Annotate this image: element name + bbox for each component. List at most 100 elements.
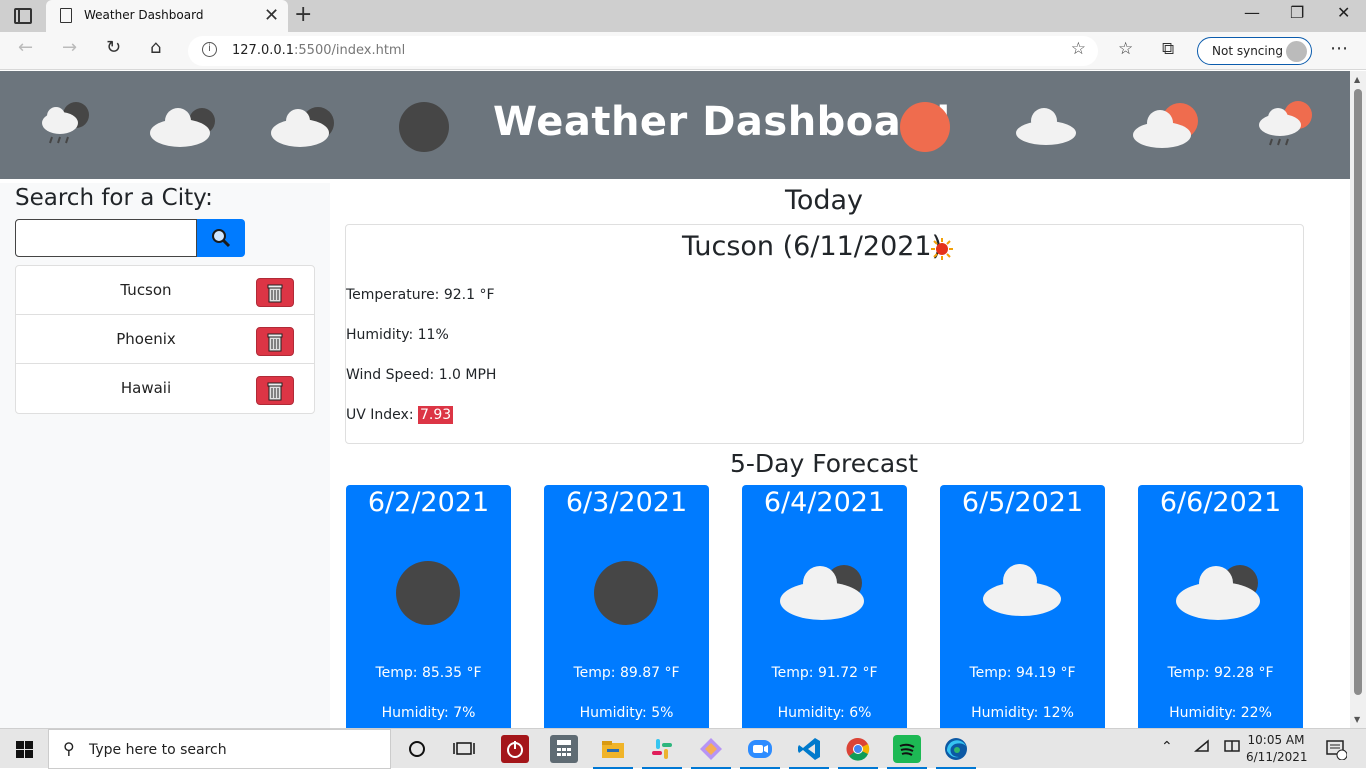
site-info-icon[interactable]: i xyxy=(202,42,217,57)
address-bar[interactable]: i 127.0.0.1:5500/index.html ☆ xyxy=(188,36,1098,66)
forward-icon[interactable]: → xyxy=(62,37,77,58)
forecast-date: 6/4/2021 xyxy=(763,487,886,518)
forecast-humidity: Humidity: 22% xyxy=(1169,705,1272,721)
current-temperature: Temperature: 92.1 °F xyxy=(346,287,495,303)
search-icon: ⚲ xyxy=(63,739,75,758)
moon-icon xyxy=(594,561,658,625)
current-city-title: Tucson (6/11/2021) xyxy=(682,231,943,262)
forecast-date: 6/3/2021 xyxy=(565,487,688,518)
url-text[interactable]: 127.0.0.1:5500/index.html xyxy=(232,43,405,58)
scroll-down-icon[interactable]: ▼ xyxy=(1354,715,1360,724)
list-item[interactable]: Tucson xyxy=(16,266,314,315)
show-hidden-icons-icon[interactable]: ⌃ xyxy=(1161,739,1173,755)
collections-icon[interactable]: ⧉ xyxy=(1162,39,1174,59)
slack-icon[interactable] xyxy=(642,735,682,769)
favorites-icon[interactable]: ☆ xyxy=(1118,39,1133,59)
forecast-card: 6/6/2021 Temp: 92.28 °F Humidity: 22% xyxy=(1138,485,1303,728)
current-uv-index: UV Index: 7.93 xyxy=(346,406,454,424)
chrome-icon[interactable] xyxy=(838,735,878,769)
forecast-card: 6/3/2021 Temp: 89.87 °F Humidity: 5% xyxy=(544,485,709,728)
cloud-moon-icon xyxy=(271,107,334,147)
system-clock[interactable]: 10:05 AM 6/11/2021 xyxy=(1246,732,1308,766)
forecast-temp: Temp: 92.28 °F xyxy=(1167,665,1274,681)
browser-tab[interactable]: Weather Dashboard ✕ xyxy=(46,0,288,32)
notification-count-icon[interactable] xyxy=(1224,739,1240,757)
url-host: 127.0.0.1 xyxy=(232,43,295,58)
city-name[interactable]: Tucson xyxy=(16,281,276,299)
back-icon[interactable]: ← xyxy=(18,37,33,58)
power-app-icon[interactable] xyxy=(501,735,529,763)
zoom-icon[interactable] xyxy=(740,735,780,769)
moon-icon xyxy=(399,102,449,152)
refresh-icon[interactable]: ↻ xyxy=(106,37,121,58)
search-button[interactable] xyxy=(197,219,245,257)
forecast-temp: Temp: 94.19 °F xyxy=(969,665,1076,681)
forecast-humidity: Humidity: 7% xyxy=(381,705,476,721)
delete-city-button[interactable] xyxy=(256,327,294,356)
insomnia-app-icon[interactable] xyxy=(691,735,731,769)
clock-date: 6/11/2021 xyxy=(1246,750,1308,764)
cortana-icon[interactable] xyxy=(403,735,431,763)
saved-city-list: Tucson Phoenix Hawaii xyxy=(15,265,315,414)
clock-time: 10:05 AM xyxy=(1247,733,1305,747)
city-name[interactable]: Phoenix xyxy=(16,330,276,348)
forecast-humidity: Humidity: 5% xyxy=(579,705,674,721)
scroll-thumb[interactable] xyxy=(1354,89,1362,695)
delete-city-button[interactable] xyxy=(256,376,294,405)
sidebar: Search for a City: Tucson Phoenix Hawaii xyxy=(0,183,330,728)
new-tab-icon[interactable]: + xyxy=(294,2,312,27)
close-tab-icon[interactable]: ✕ xyxy=(264,5,279,26)
add-favorite-icon[interactable]: ☆ xyxy=(1071,39,1086,59)
home-icon[interactable]: ⌂ xyxy=(150,37,161,58)
browser-toolbar: ← → ↻ ⌂ i 127.0.0.1:5500/index.html ☆ ☆ … xyxy=(0,32,1366,70)
action-center-icon[interactable] xyxy=(1325,738,1348,764)
task-view-icon[interactable] xyxy=(450,735,478,763)
forecast-temp: Temp: 85.35 °F xyxy=(375,665,482,681)
list-item[interactable]: Phoenix xyxy=(16,315,314,364)
list-item[interactable]: Hawaii xyxy=(16,364,314,413)
avatar xyxy=(1286,41,1307,62)
rain-cloud-sun-icon xyxy=(1259,101,1312,146)
page-scrollbar[interactable]: ▲ ▼ xyxy=(1350,71,1366,728)
profile-sync-button[interactable]: Not syncing xyxy=(1197,37,1312,65)
delete-city-button[interactable] xyxy=(256,278,294,307)
forecast-card: 6/5/2021 Temp: 94.19 °F Humidity: 12% xyxy=(940,485,1105,728)
city-search-input[interactable] xyxy=(15,219,197,257)
restore-icon[interactable]: ❐ xyxy=(1290,3,1304,22)
network-icon[interactable] xyxy=(1193,739,1210,757)
windows-taskbar: ⚲ Type here to search ⌃ 10:05 AM 6/11/20… xyxy=(0,728,1366,769)
rain-cloud-night-icon xyxy=(42,102,89,144)
sun-icon xyxy=(931,238,953,260)
forecast-humidity: Humidity: 6% xyxy=(777,705,872,721)
minimize-icon[interactable]: — xyxy=(1244,3,1260,22)
page-title: Weather Dashboard xyxy=(493,99,951,145)
file-explorer-icon[interactable] xyxy=(593,735,633,769)
windows-start-icon[interactable] xyxy=(16,741,33,758)
forecast-temp: Temp: 91.72 °F xyxy=(771,665,878,681)
search-heading: Search for a City: xyxy=(15,185,213,211)
cloud-moon-icon xyxy=(150,108,215,147)
scroll-up-icon[interactable]: ▲ xyxy=(1354,75,1360,84)
forecast-date: 6/2/2021 xyxy=(367,487,490,518)
taskbar-search-box[interactable]: ⚲ Type here to search xyxy=(48,729,391,769)
spotify-icon[interactable] xyxy=(887,735,927,769)
cloud-icon xyxy=(983,564,1061,616)
page-content: Weather Dashboard Search for a City: Tuc… xyxy=(0,71,1350,728)
url-path: :5500/index.html xyxy=(294,43,406,58)
tab-actions-icon[interactable] xyxy=(14,8,32,24)
forecast-card: 6/2/2021 Temp: 85.35 °F Humidity: 7% xyxy=(346,485,511,728)
edge-icon[interactable] xyxy=(936,735,976,769)
sun-icon xyxy=(900,102,950,152)
current-wind-speed: Wind Speed: 1.0 MPH xyxy=(346,367,497,383)
more-options-icon[interactable]: ⋯ xyxy=(1330,38,1348,59)
calculator-icon[interactable] xyxy=(550,735,578,763)
tab-title: Weather Dashboard xyxy=(84,8,204,22)
current-weather-card: Tucson (6/11/2021) Temperature: 92.1 °F … xyxy=(345,224,1304,444)
forecast-card: 6/4/2021 Temp: 91.72 °F Humidity: 6% xyxy=(742,485,907,728)
search-icon xyxy=(212,229,231,248)
sync-label: Not syncing xyxy=(1212,44,1283,58)
vscode-icon[interactable] xyxy=(789,735,829,769)
city-name[interactable]: Hawaii xyxy=(16,379,276,397)
trash-icon xyxy=(267,333,283,352)
close-window-icon[interactable]: ✕ xyxy=(1337,3,1350,22)
